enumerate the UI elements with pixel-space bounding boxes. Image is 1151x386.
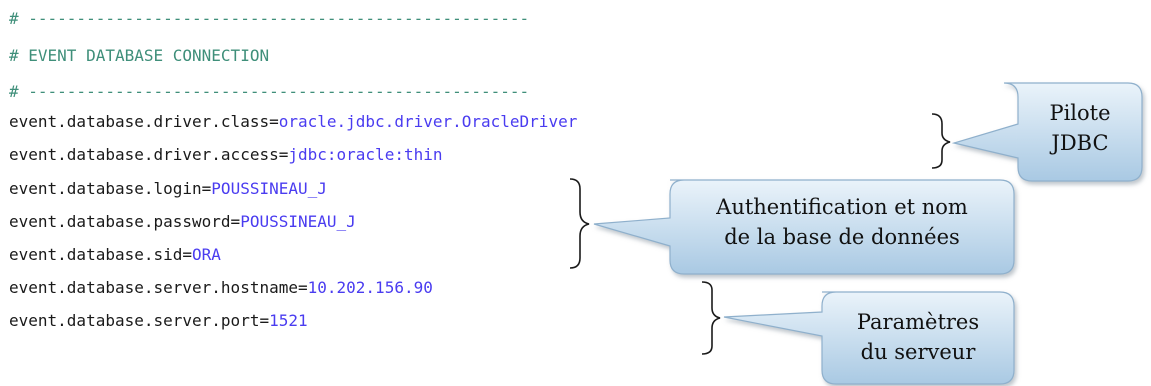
callout-jdbc-line1: Pilote	[1049, 101, 1111, 125]
callout-server-line2: du serveur	[860, 340, 976, 364]
callout-auth: Authentification et nom de la base de do…	[672, 192, 1012, 252]
brace-auth	[569, 178, 590, 269]
callout-auth-line2: de la base de données	[724, 225, 960, 249]
screenshot-canvas: # --------------------------------------…	[0, 0, 1151, 386]
callout-auth-line1: Authentification et nom	[716, 195, 968, 219]
brace-jdbc	[931, 113, 951, 169]
callout-server: Paramètres du serveur	[824, 307, 1012, 367]
brace-server	[701, 281, 721, 355]
callout-jdbc-line2: JDBC	[1051, 131, 1109, 155]
callout-server-line1: Paramètres	[856, 310, 980, 334]
callout-jdbc: Pilote JDBC	[1022, 98, 1138, 158]
